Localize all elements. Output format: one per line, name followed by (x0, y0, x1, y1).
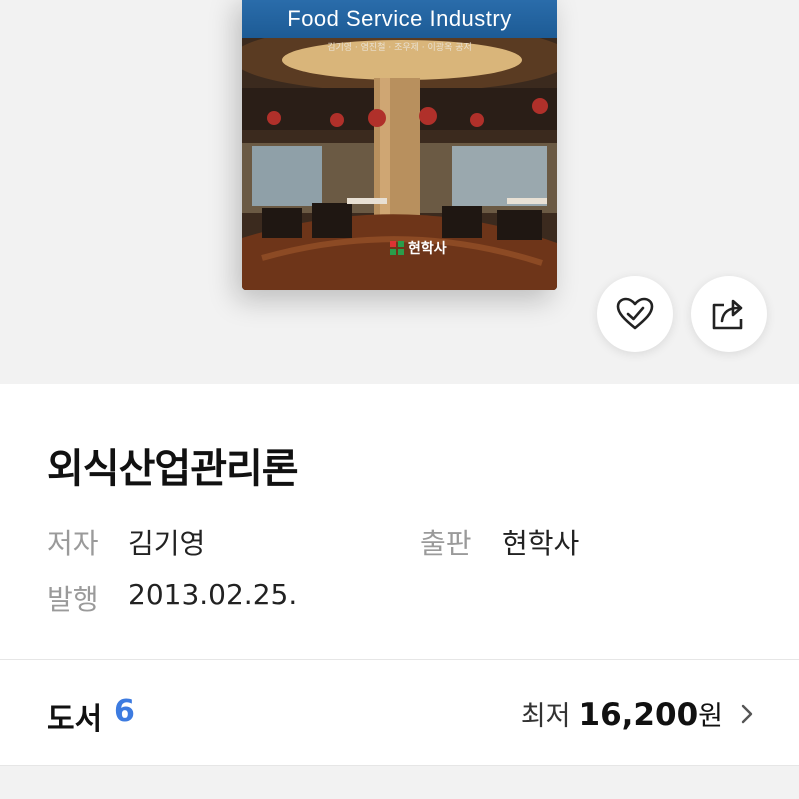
cover-authors: 김기영 · 염진철 · 조우제 · 이광옥 공저 (327, 43, 472, 53)
publisher-label: 출판 (420, 527, 472, 560)
share-button[interactable] (691, 276, 767, 352)
book-title: 외식산업관리론 (47, 446, 299, 492)
like-button[interactable] (597, 276, 673, 352)
publisher-name[interactable]: 현학사 (502, 522, 579, 562)
cover-publisher: 현학사 (390, 238, 447, 258)
book-listing-row[interactable]: 도서 6 최저 16,200 원 (0, 660, 799, 764)
lowest-price: 최저 16,200 원 (521, 694, 755, 733)
price-prefix: 최저 (520, 701, 571, 732)
heart-check-icon (616, 297, 654, 330)
book-hero: Food Service Industry 김기영 · 염진철 · 조우제 · … (0, 0, 799, 384)
cover-english-title: Food Service Industry (287, 6, 512, 31)
price-unit: 원 (698, 701, 723, 732)
published-label: 발행 (47, 583, 99, 616)
share-icon (712, 299, 743, 330)
chevron-right-icon (741, 704, 753, 723)
book-cover-image[interactable]: Food Service Industry 김기영 · 염진철 · 조우제 · … (242, 0, 557, 290)
author-name[interactable]: 김기영 (128, 522, 205, 562)
author-label: 저자 (47, 527, 99, 560)
listing-label: 도서 (47, 702, 103, 737)
publisher-logo-icon (390, 241, 404, 255)
listing-count: 6 (114, 694, 135, 729)
bottom-spacer (0, 766, 799, 799)
cover-publisher-name: 현학사 (408, 241, 447, 257)
published-date: 2013.02.25. (128, 578, 298, 611)
price-value: 16,200 (578, 697, 699, 733)
